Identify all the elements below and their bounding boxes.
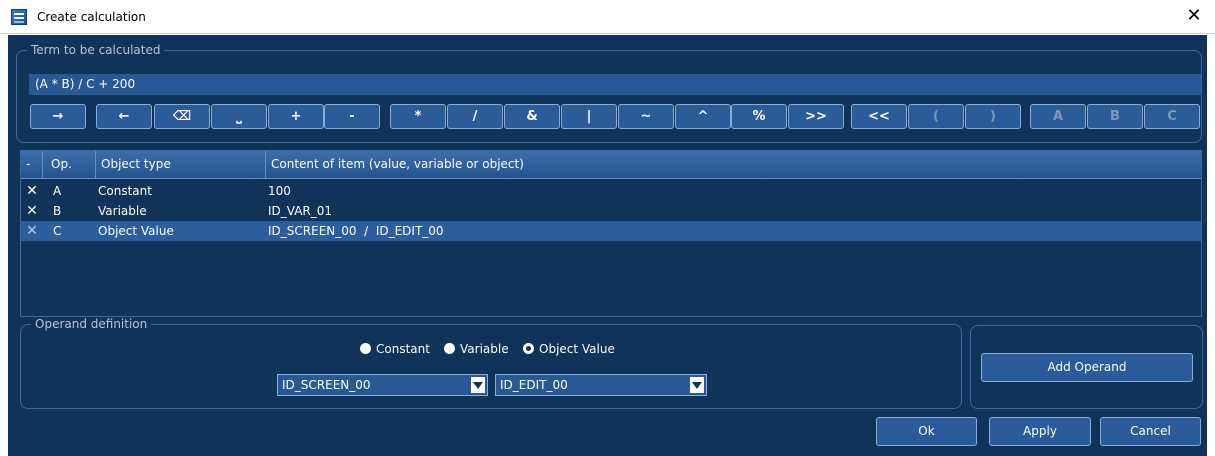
row-type: Constant [98,184,152,198]
item-select-value: ID_EDIT_00 [500,378,568,392]
operator-button[interactable]: - [324,104,380,129]
radio-label: Constant [376,342,430,356]
dialog-body: Term to be calculated (A * B) / C + 200 … [8,35,1207,456]
term-expression-field[interactable]: (A * B) / C + 200 [29,74,1201,95]
operator-button[interactable]: ← [96,104,152,129]
radio-constant[interactable]: Constant [360,341,430,357]
column-header[interactable]: - [21,151,43,178]
row-op: A [53,184,62,198]
term-group-legend: Term to be calculated [27,43,165,57]
operator-button[interactable]: << [851,104,907,129]
row-content: ID_VAR_01 [268,204,333,218]
cancel-button[interactable]: Cancel [1100,417,1201,446]
delete-icon[interactable]: ✕ [25,224,39,238]
term-group: Term to be calculated [16,43,1202,143]
operand-table: - Op. Object type Content of item (value… [20,150,1202,317]
radio-icon [444,343,455,354]
operator-button[interactable]: >> [788,104,844,129]
operator-button[interactable]: ^ [675,104,731,129]
radio-label: Variable [460,342,509,356]
table-row[interactable]: ✕ B Variable ID_VAR_01 [21,201,1201,221]
operand-definition-group: Operand definition [20,317,962,409]
column-header[interactable]: Content of item (value, variable or obje… [266,151,1201,178]
operand-definition-legend: Operand definition [31,317,152,331]
cancel-label: Cancel [1130,424,1171,438]
apply-button[interactable]: Apply [989,417,1091,446]
operator-button[interactable]: | [561,104,617,129]
row-content: 100 [268,184,291,198]
item-select[interactable]: ID_EDIT_00 [495,374,707,396]
table-row[interactable]: ✕ A Constant 100 [21,181,1201,201]
column-header[interactable]: Object type [96,151,266,178]
row-op: C [53,224,62,238]
radio-variable[interactable]: Variable [444,341,509,357]
chevron-down-icon[interactable] [690,377,704,393]
window-title: Create calculation [37,10,146,24]
operator-button[interactable]: % [731,104,787,129]
row-type: Variable [98,204,147,218]
row-content: ID_SCREEN_00 / ID_EDIT_00 [268,224,444,238]
table-row[interactable]: ✕ C Object Value ID_SCREEN_00 / ID_EDIT_… [21,221,1201,241]
ok-label: Ok [918,424,935,438]
operator-button[interactable]: & [504,104,560,129]
operator-button[interactable]: / [447,104,503,129]
operator-button[interactable]: → [30,104,86,129]
operator-button[interactable]: ( [908,104,964,129]
radio-icon [360,343,371,354]
operator-button[interactable]: * [390,104,446,129]
radio-checked-icon [523,343,534,354]
table-header: - Op. Object type Content of item (value… [21,151,1201,179]
chevron-down-icon[interactable] [471,377,485,393]
screen-select-value: ID_SCREEN_00 [282,378,371,392]
column-header[interactable]: Op. [43,151,96,178]
backspace-icon[interactable]: ⌫ [154,104,210,129]
operator-button[interactable]: ) [965,104,1021,129]
add-operand-button[interactable]: Add Operand [981,353,1193,382]
space-icon[interactable]: ⎵ [211,104,267,129]
row-op: B [53,204,62,218]
operand-button-a[interactable]: A [1030,104,1086,129]
add-operand-label: Add Operand [1047,360,1127,374]
apply-label: Apply [1023,424,1057,438]
operator-button[interactable]: ~ [618,104,674,129]
close-icon[interactable]: ✕ [1181,4,1207,30]
delete-icon[interactable]: ✕ [25,204,39,218]
ok-button[interactable]: Ok [876,417,977,446]
radio-object-value[interactable]: Object Value [523,341,615,357]
operand-button-c[interactable]: C [1144,104,1200,129]
radio-label: Object Value [539,342,615,356]
row-type: Object Value [98,224,174,238]
title-bar: Create calculation ✕ [0,0,1215,34]
app-icon [11,9,27,25]
delete-icon[interactable]: ✕ [25,184,39,198]
screen-select[interactable]: ID_SCREEN_00 [277,374,488,396]
operand-button-b[interactable]: B [1087,104,1143,129]
operator-button[interactable]: + [268,104,324,129]
